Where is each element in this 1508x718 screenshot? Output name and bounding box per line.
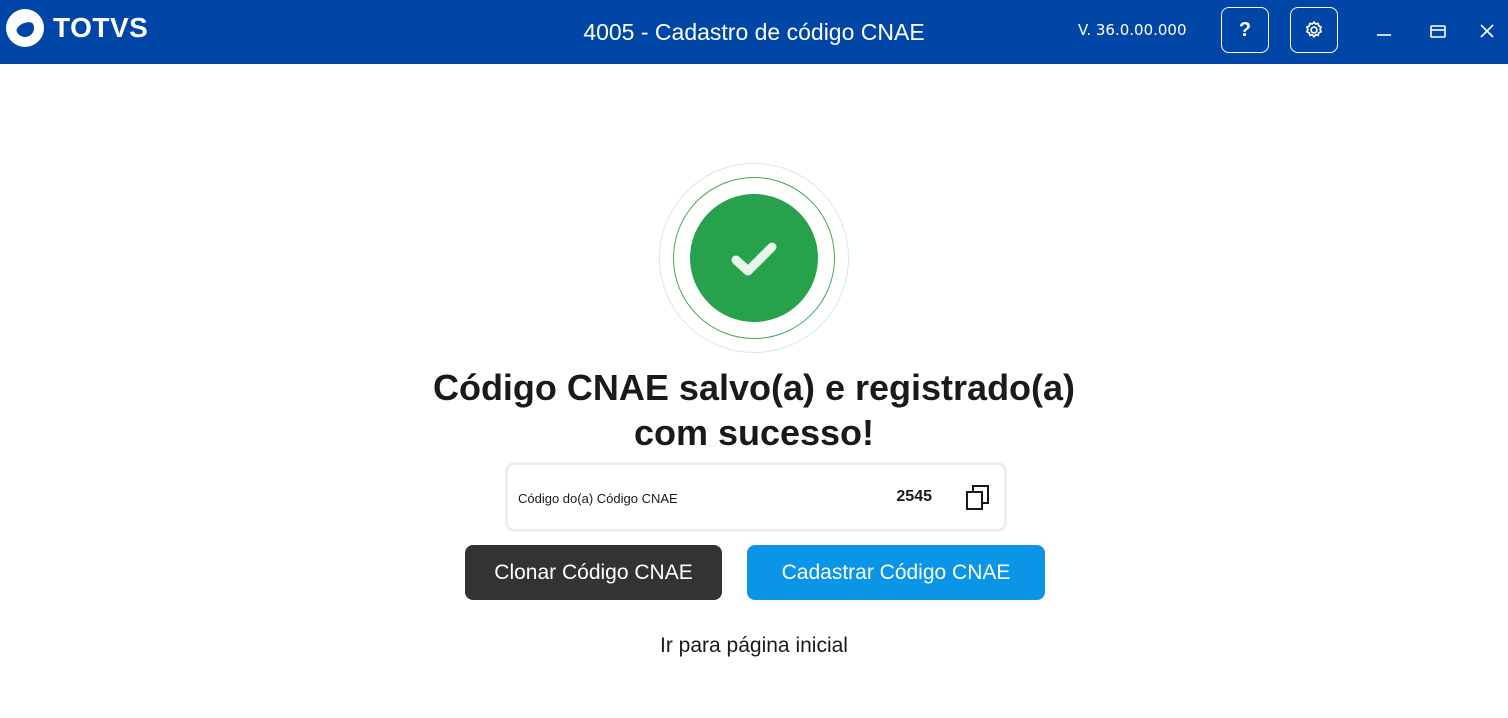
gear-icon bbox=[1305, 20, 1323, 39]
success-message: Código CNAE salvo(a) e registrado(a) com… bbox=[0, 365, 1508, 455]
close-icon bbox=[1480, 24, 1494, 38]
home-link-label[interactable]: Ir para página inicial bbox=[660, 634, 848, 657]
window-title: 4005 - Cadastro de código CNAE bbox=[0, 0, 1508, 64]
help-button[interactable]: ? bbox=[1221, 7, 1269, 53]
maximize-icon bbox=[1430, 25, 1446, 38]
copy-icon bbox=[966, 485, 989, 510]
code-value: 2545 bbox=[896, 488, 932, 505]
maximize-button[interactable] bbox=[1424, 16, 1452, 46]
copy-button[interactable] bbox=[964, 483, 992, 513]
success-message-line1: Código CNAE salvo(a) e registrado(a) bbox=[432, 367, 1076, 408]
home-link[interactable]: Ir para página inicial bbox=[0, 634, 1508, 658]
window-title-text: 4005 - Cadastro de código CNAE bbox=[583, 18, 925, 45]
code-label: Código do(a) Código CNAE bbox=[518, 491, 678, 506]
minimize-button[interactable] bbox=[1370, 16, 1398, 46]
check-icon bbox=[731, 242, 777, 276]
success-message-line2: com sucesso! bbox=[633, 412, 875, 453]
clone-button[interactable]: Clonar Código CNAE bbox=[465, 545, 722, 600]
code-card: Código do(a) Código CNAE 2545 bbox=[505, 462, 1007, 532]
minimize-icon bbox=[1377, 34, 1391, 36]
success-badge bbox=[690, 194, 818, 322]
settings-button[interactable] bbox=[1290, 7, 1338, 53]
version-label: V. 36.0.00.000 bbox=[1078, 21, 1187, 39]
register-new-button[interactable]: Cadastrar Código CNAE bbox=[747, 545, 1045, 600]
question-icon: ? bbox=[1238, 18, 1252, 41]
title-bar: TOTVS 4005 - Cadastro de código CNAE V. … bbox=[0, 0, 1508, 64]
close-button[interactable] bbox=[1473, 16, 1501, 46]
